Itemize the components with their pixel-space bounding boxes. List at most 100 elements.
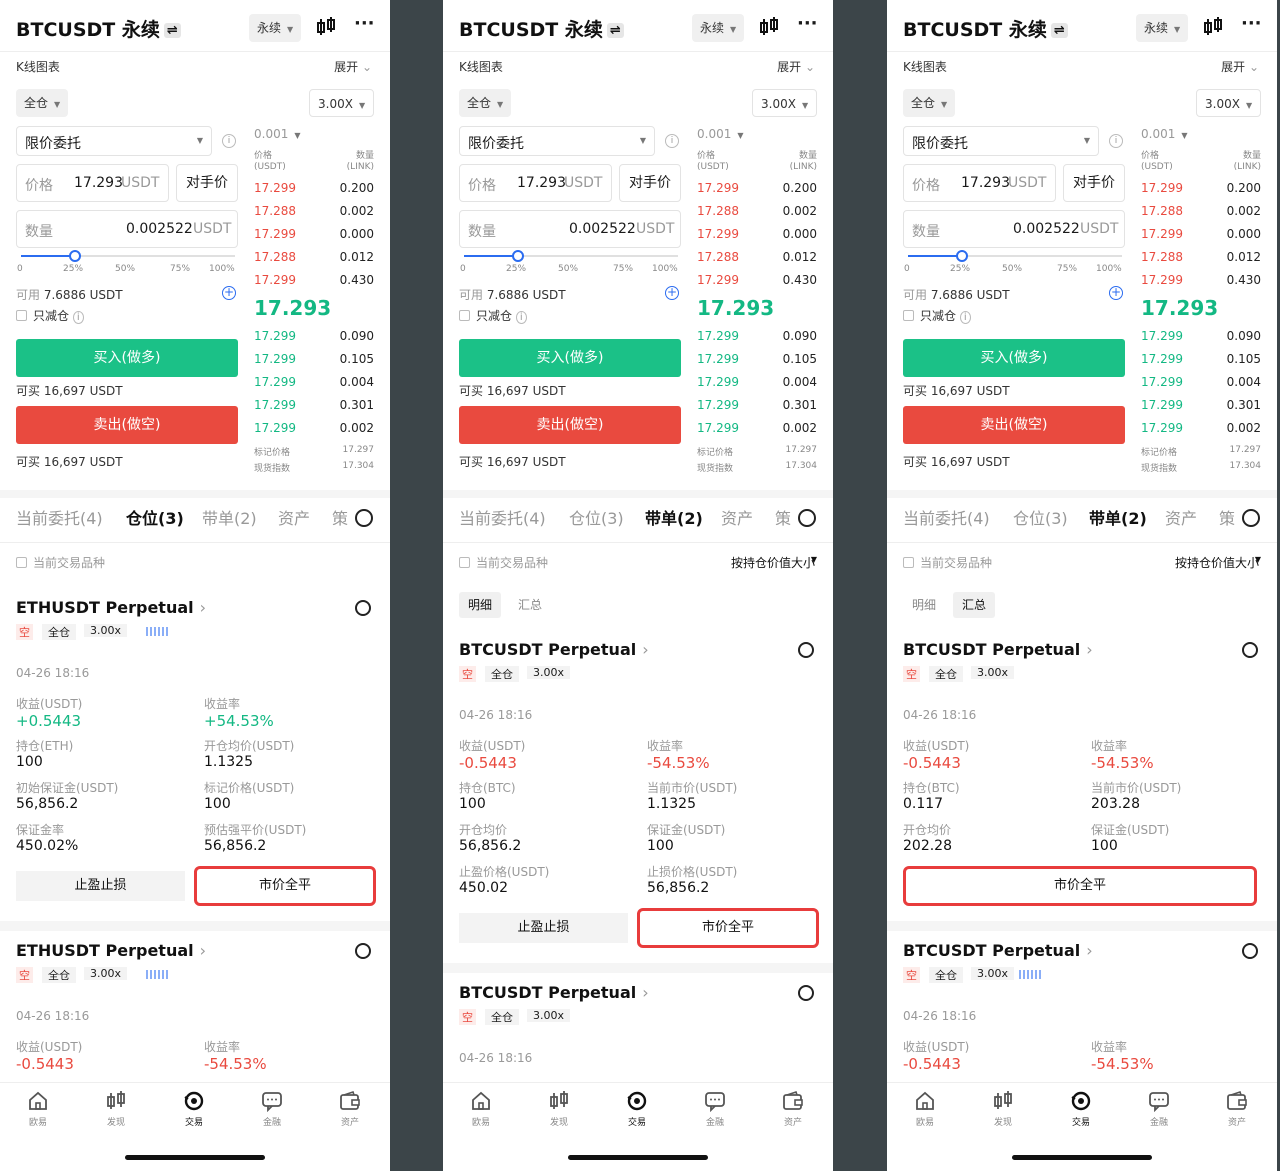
more-icon[interactable]: ··· (354, 13, 375, 34)
current-pair-filter[interactable]: 当前交易品种 (16, 554, 105, 571)
tab-strategy[interactable]: 策 (1219, 505, 1235, 529)
subtab-summary[interactable]: 汇总 (953, 592, 996, 618)
tick-size-select[interactable]: 0.001 ▼ (254, 127, 301, 141)
nav-item[interactable]: 欧易 (895, 1090, 955, 1128)
subtab-summary[interactable]: 汇总 (509, 592, 551, 618)
price-input[interactable]: 价格 17.293 USDT (903, 164, 1056, 202)
candlestick-icon[interactable] (758, 16, 780, 42)
sell-short-button[interactable]: 卖出(做空) (16, 406, 238, 444)
reduce-only-checkbox[interactable]: 只减仓 i (903, 307, 971, 324)
share-icon[interactable] (355, 600, 371, 616)
leverage-select[interactable]: 3.00X ▼ (309, 89, 375, 117)
share-icon[interactable] (798, 985, 814, 1001)
tab-assets[interactable]: 资产 (1165, 505, 1197, 529)
position-symbol[interactable]: ETHUSDT Perpetual › (16, 598, 206, 617)
leverage-tag[interactable]: 3.00x (84, 624, 128, 637)
checkbox-icon[interactable] (459, 310, 470, 321)
leverage-tag[interactable]: 3.00x (971, 967, 1015, 980)
info-icon[interactable]: i (959, 311, 971, 324)
checkbox-icon[interactable] (903, 310, 914, 321)
reduce-only-checkbox[interactable]: 只减仓 i (16, 307, 84, 324)
subtab-detail[interactable]: 明细 (903, 592, 945, 618)
more-icon[interactable]: ··· (1241, 13, 1262, 34)
tab-open-orders[interactable]: 当前委托(4) (903, 505, 990, 529)
sort-select[interactable]: 按持仓价值大小 (1175, 554, 1259, 571)
checkbox-icon[interactable] (459, 557, 470, 568)
share-icon[interactable] (1242, 642, 1258, 658)
market-close-all-button[interactable]: 市价全平 (637, 908, 819, 948)
margin-mode-select[interactable]: 全仓 ▼ (903, 89, 956, 117)
position-symbol[interactable]: BTCUSDT Perpetual › (459, 983, 649, 1002)
kline-label[interactable]: K线图表 (903, 58, 947, 75)
leverage-select[interactable]: 3.00X ▼ (752, 89, 818, 117)
amount-slider-track[interactable] (21, 255, 235, 257)
current-pair-filter[interactable]: 当前交易品种 (459, 554, 548, 571)
nav-item[interactable]: 欧易 (8, 1090, 68, 1128)
add-funds-icon[interactable]: + (665, 286, 679, 300)
tab-positions[interactable]: 仓位(3) (126, 505, 184, 529)
margin-mode-select[interactable]: 全仓 ▼ (16, 89, 69, 117)
contract-type-select[interactable]: 永续 ▼ (249, 14, 302, 42)
sell-short-button[interactable]: 卖出(做空) (459, 406, 681, 444)
nav-item[interactable]: 资产 (1207, 1090, 1267, 1128)
expand-button[interactable]: 展开 ⌄ (777, 58, 815, 75)
nav-item[interactable]: 金融 (685, 1090, 745, 1128)
info-icon[interactable]: i (665, 134, 679, 148)
tab-open-orders[interactable]: 当前委托(4) (459, 505, 546, 529)
history-icon[interactable] (355, 509, 373, 527)
quantity-input[interactable]: 数量 0.002522 USDT (903, 210, 1125, 248)
contract-type-select[interactable]: 永续 ▼ (692, 14, 745, 42)
position-symbol[interactable]: BTCUSDT Perpetual › (903, 640, 1093, 659)
order-type-select[interactable]: 限价委托 ▼ (903, 126, 1099, 156)
nav-item[interactable]: 资产 (763, 1090, 823, 1128)
sort-select[interactable]: 按持仓价值大小 (731, 554, 815, 571)
tick-size-select[interactable]: 0.001 ▼ (1141, 127, 1188, 141)
share-icon[interactable] (355, 943, 371, 959)
reduce-only-checkbox[interactable]: 只减仓 i (459, 307, 527, 324)
checkbox-icon[interactable] (16, 557, 27, 568)
quantity-input[interactable]: 数量 0.002522 USDT (16, 210, 238, 248)
share-icon[interactable] (1242, 943, 1258, 959)
info-icon[interactable]: i (222, 134, 236, 148)
sell-short-button[interactable]: 卖出(做空) (903, 406, 1125, 444)
position-symbol[interactable]: ETHUSDT Perpetual › (16, 941, 206, 960)
order-type-select[interactable]: 限价委托 ▼ (459, 126, 655, 156)
add-funds-icon[interactable]: + (1109, 286, 1123, 300)
amount-slider-knob[interactable] (511, 250, 524, 262)
tab-positions[interactable]: 仓位(3) (569, 505, 624, 529)
tick-size-select[interactable]: 0.001 ▼ (697, 127, 744, 141)
leverage-tag[interactable]: 3.00x (527, 1009, 571, 1022)
symbol-title[interactable]: BTCUSDT 永续 ⇌ (459, 15, 624, 42)
symbol-title[interactable]: BTCUSDT 永续 ⇌ (16, 15, 181, 42)
nav-item[interactable]: 发现 (86, 1090, 146, 1128)
tab-strategy[interactable]: 策 (775, 505, 791, 529)
tab-copy-trades[interactable]: 带单(2) (1089, 505, 1147, 529)
swap-icon[interactable]: ⇌ (1050, 23, 1068, 38)
expand-button[interactable]: 展开 ⌄ (1221, 58, 1259, 75)
counterparty-price-button[interactable]: 对手价 (1063, 164, 1125, 202)
candlestick-icon[interactable] (315, 16, 337, 42)
nav-item[interactable]: 发现 (529, 1090, 589, 1128)
info-icon[interactable]: i (72, 311, 84, 324)
market-close-all-button[interactable]: 市价全平 (903, 866, 1257, 906)
tp-sl-button[interactable]: 止盈止损 (459, 913, 628, 943)
order-type-select[interactable]: 限价委托 ▼ (16, 126, 212, 156)
add-funds-icon[interactable]: + (222, 286, 236, 300)
buy-long-button[interactable]: 买入(做多) (16, 339, 238, 377)
more-icon[interactable]: ··· (797, 13, 818, 34)
counterparty-price-button[interactable]: 对手价 (176, 164, 238, 202)
tab-assets[interactable]: 资产 (278, 505, 310, 529)
symbol-title[interactable]: BTCUSDT 永续 ⇌ (903, 15, 1068, 42)
leverage-tag[interactable]: 3.00x (527, 666, 571, 679)
history-icon[interactable] (1242, 509, 1260, 527)
nav-item[interactable]: 资产 (320, 1090, 380, 1128)
tab-assets[interactable]: 资产 (721, 505, 753, 529)
market-close-all-button[interactable]: 市价全平 (194, 866, 376, 906)
history-icon[interactable] (798, 509, 816, 527)
swap-icon[interactable]: ⇌ (606, 23, 624, 38)
nav-item[interactable]: 交易 (1051, 1090, 1111, 1128)
amount-slider-knob[interactable] (68, 250, 81, 262)
tab-strategy[interactable]: 策 (332, 505, 348, 529)
leverage-tag[interactable]: 3.00x (971, 666, 1015, 679)
price-input[interactable]: 价格 17.293 USDT (459, 164, 612, 202)
